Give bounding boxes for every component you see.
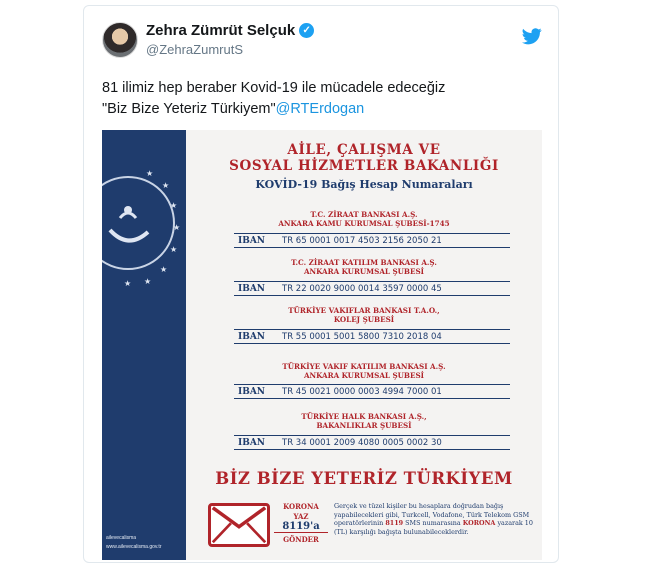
author-name[interactable]: Zehra Zümrüt Selçuk xyxy=(146,22,295,39)
bank-name: TÜRKİYE VAKIF KATILIM BANKASI A.Ş. ANKAR… xyxy=(186,362,542,380)
iban-label: IBAN xyxy=(238,331,266,342)
svg-text:★: ★ xyxy=(170,245,177,254)
envelope-icon xyxy=(208,503,270,547)
iban-label: IBAN xyxy=(238,235,266,246)
iban-value: TR 55 0001 5001 5800 7310 2018 04 xyxy=(282,331,442,342)
tweet-image[interactable]: ★ ★ ★ ★ ★ ★ ★ ★ ailevecalisma www.ailevecalis… xyxy=(102,130,542,560)
svg-text:★: ★ xyxy=(124,279,131,288)
poster-sidebar: ★ ★ ★ ★ ★ ★ ★ ★ ailevecalisma www.ailevecalis… xyxy=(102,130,186,560)
tweet-text-line1: 81 ilimiz hep beraber Kovid-19 ile mücad… xyxy=(102,80,446,96)
iban-label: IBAN xyxy=(238,437,266,448)
svg-text:★: ★ xyxy=(170,201,177,210)
svg-text:★: ★ xyxy=(173,223,180,232)
sms-instruction: KORONA YAZ 8119'a GÖNDER xyxy=(274,502,328,550)
author-line: Zehra Zümrüt Selçuk ✓ xyxy=(146,22,315,39)
iban-row: IBAN TR 45 0021 0000 0003 4994 7000 01 xyxy=(234,384,510,399)
tweet-text-line2: "Biz Bize Yeteriz Türkiyem"@RTErdogan xyxy=(102,99,542,120)
iban-label: IBAN xyxy=(238,386,266,397)
bank-name: TÜRKİYE VAKIFLAR BANKASI T.A.O., KOLEJ Ş… xyxy=(186,306,542,324)
avatar[interactable] xyxy=(102,22,138,58)
bank-name-line1: T.C. ZİRAAT BANKASI A.Ş. xyxy=(310,210,418,219)
sms-keyword-label: KORONA xyxy=(283,502,319,511)
footer-social: ailevecalisma xyxy=(106,535,137,541)
bank-name: T.C. ZİRAAT BANKASI A.Ş. ANKARA KAMU KUR… xyxy=(186,210,542,228)
campaign-slogan: BİZ BİZE YETERİZ TÜRKİYEM xyxy=(215,469,513,488)
iban-value: TR 34 0001 2009 4080 0005 0002 30 xyxy=(282,437,442,448)
iban-value: TR 45 0021 0000 0003 4994 7000 01 xyxy=(282,386,442,397)
poster-content: AİLE, ÇALIŞMA VE SOSYAL HİZMETLER BAKANL… xyxy=(186,130,542,560)
author-handle[interactable]: @ZehraZumrutS xyxy=(146,42,243,57)
bank-name: TÜRKİYE HALK BANKASI A.Ş., BAKANLIKLAR Ş… xyxy=(186,412,542,430)
tweet-text: 81 ilimiz hep beraber Kovid-19 ile mücad… xyxy=(102,78,542,120)
footer-url: www.ailevecalisma.gov.tr xyxy=(106,544,162,550)
iban-row: IBAN TR 34 0001 2009 4080 0005 0002 30 xyxy=(234,435,510,450)
ministry-emblem-icon: ★ ★ ★ ★ ★ ★ ★ ★ xyxy=(102,169,180,288)
bank-name-line1: TÜRKİYE HALK BANKASI A.Ş., xyxy=(301,412,427,421)
mention-link[interactable]: @RTErdogan xyxy=(276,101,365,117)
iban-row: IBAN TR 65 0001 0017 4503 2156 2050 21 xyxy=(234,233,510,248)
iban-value: TR 22 0020 9000 0014 3597 0000 45 xyxy=(282,283,442,294)
poster-subtitle: KOVİD-19 Bağış Hesap Numaraları xyxy=(255,178,473,191)
sms-description: Gerçek ve tüzel kişiler bu hesaplara doğ… xyxy=(334,502,534,536)
bank-name-line1: T.C. ZİRAAT KATILIM BANKASI A.Ş. xyxy=(291,258,437,267)
bank-name-line2: ANKARA KURUMSAL ŞUBESİ xyxy=(303,371,425,380)
tweet-quote: "Biz Bize Yeteriz Türkiyem" xyxy=(102,101,276,117)
iban-value: TR 65 0001 0017 4503 2156 2050 21 xyxy=(282,235,442,246)
sms-desc-keyword: KORONA xyxy=(462,519,496,528)
bank-name-line2: ANKARA KAMU KURUMSAL ŞUBESİ-1745 xyxy=(278,219,450,228)
verified-badge-icon: ✓ xyxy=(299,23,315,38)
svg-text:★: ★ xyxy=(146,169,153,178)
bank-name: T.C. ZİRAAT KATILIM BANKASI A.Ş. ANKARA … xyxy=(186,258,542,276)
bank-name-line2: BAKANLIKLAR ŞUBESİ xyxy=(316,421,412,430)
sms-desc-mid: SMS numarasına xyxy=(405,519,461,528)
bank-name-line1: TÜRKİYE VAKIFLAR BANKASI T.A.O., xyxy=(288,306,440,315)
sms-desc-number: 8119 xyxy=(385,519,404,528)
ministry-line1: AİLE, ÇALIŞMA VE xyxy=(287,142,441,158)
bank-name-line2: KOLEJ ŞUBESİ xyxy=(333,315,395,324)
iban-label: IBAN xyxy=(238,283,266,294)
bank-name-line1: TÜRKİYE VAKIF KATILIM BANKASI A.Ş. xyxy=(282,362,446,371)
tweet-card: Zehra Zümrüt Selçuk ✓ @ZehraZumrutS 81 i… xyxy=(83,5,559,563)
ministry-line2: SOSYAL HİZMETLER BAKANLIĞI xyxy=(229,158,499,174)
svg-text:★: ★ xyxy=(144,277,151,286)
bank-name-line2: ANKARA KURUMSAL ŞUBESİ xyxy=(303,267,425,276)
iban-row: IBAN TR 22 0020 9000 0014 3597 0000 45 xyxy=(234,281,510,296)
ministry-title: AİLE, ÇALIŞMA VE SOSYAL HİZMETLER BAKANL… xyxy=(186,142,542,174)
twitter-bird-icon[interactable] xyxy=(522,26,542,46)
svg-text:★: ★ xyxy=(162,181,169,190)
poster-footer: ailevecalisma www.ailevecalisma.gov.tr xyxy=(106,534,186,552)
iban-row: IBAN TR 55 0001 5001 5800 7310 2018 04 xyxy=(234,329,510,344)
sms-number: 8119'a xyxy=(282,521,320,532)
svg-text:★: ★ xyxy=(160,265,167,274)
sms-send-label: GÖNDER xyxy=(274,532,328,545)
